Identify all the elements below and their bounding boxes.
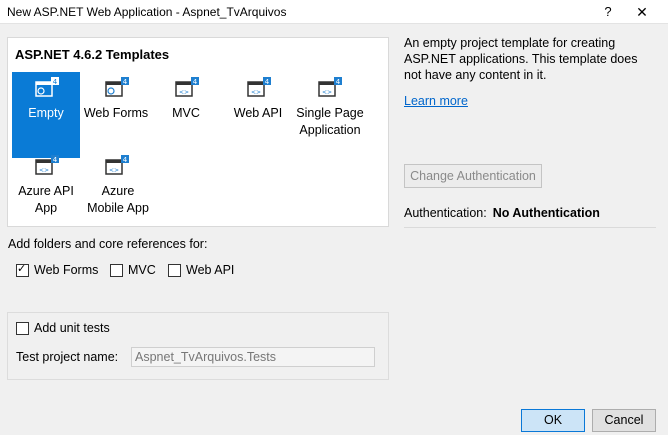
empty-template-icon: 4 [34, 76, 60, 100]
checkbox-box[interactable] [168, 263, 181, 277]
learn-more-link[interactable]: Learn more [404, 94, 468, 108]
checkbox-box[interactable] [16, 321, 29, 335]
svg-text:4: 4 [265, 78, 270, 86]
template-azure-mobile-app[interactable]: <> 4 Azure Mobile App [82, 150, 154, 236]
ok-button[interactable]: OK [521, 409, 585, 432]
folders-label: Add folders and core references for: [8, 237, 208, 251]
web-forms-template-icon: 4 [104, 76, 130, 100]
authentication-label: Authentication: [404, 206, 487, 220]
authentication-value: No Authentication [492, 206, 600, 220]
checkbox-label: Web Forms [34, 263, 99, 277]
svg-text:4: 4 [53, 156, 58, 164]
template-single-page-application[interactable]: <> 4 Single Page Application [292, 72, 368, 158]
svg-text:<>: <> [179, 89, 189, 96]
web-forms-checkbox[interactable]: Web Forms [16, 262, 99, 277]
svg-text:<>: <> [109, 167, 119, 174]
template-label: Azure API App [18, 184, 74, 215]
checkbox-label: Web API [186, 263, 235, 277]
svg-text:4: 4 [123, 78, 128, 86]
web-api-checkbox[interactable]: Web API [168, 263, 234, 277]
web-api-template-icon: <> 4 [246, 76, 272, 100]
svg-text:4: 4 [336, 78, 341, 86]
title-bar: New ASP.NET Web Application - Aspnet_TvA… [0, 0, 668, 24]
template-web-forms[interactable]: 4 Web Forms [82, 72, 150, 158]
template-label: Azure Mobile App [87, 184, 149, 215]
mvc-checkbox[interactable]: MVC [110, 263, 156, 277]
checkbox-label: MVC [128, 263, 156, 277]
template-label: Web API [233, 106, 283, 120]
templates-heading: ASP.NET 4.6.2 Templates [15, 47, 170, 62]
svg-text:4: 4 [53, 78, 58, 86]
template-label: Empty [28, 106, 64, 120]
close-button[interactable]: ✕ [630, 2, 654, 22]
template-empty[interactable]: 4 Empty [12, 72, 80, 158]
template-label: MVC [172, 106, 200, 120]
template-mvc[interactable]: <> 4 MVC [152, 72, 220, 158]
azure-api-template-icon: <> 4 [34, 154, 60, 178]
svg-text:<>: <> [322, 89, 332, 96]
test-project-name-label: Test project name: [16, 350, 119, 364]
window-title: New ASP.NET Web Application - Aspnet_TvA… [7, 5, 287, 19]
svg-text:4: 4 [123, 156, 128, 164]
template-label: Single Page Application [296, 106, 364, 137]
templates-panel: ASP.NET 4.6.2 Templates 4 Empty 4 Web Fo… [7, 37, 389, 227]
template-label: Web Forms [83, 106, 149, 120]
mvc-template-icon: <> 4 [174, 76, 200, 100]
checkbox-box[interactable] [16, 262, 29, 277]
help-button[interactable]: ? [598, 2, 618, 22]
svg-text:<>: <> [39, 167, 49, 174]
template-description: An empty project template for creating A… [404, 36, 638, 82]
checkbox-label: Add unit tests [34, 321, 110, 335]
azure-mobile-template-icon: <> 4 [104, 154, 130, 178]
authentication-row: Authentication: No Authentication [404, 206, 600, 220]
cancel-button[interactable]: Cancel [592, 409, 656, 432]
template-azure-api-app[interactable]: <> 4 Azure API App [12, 150, 80, 236]
checkbox-box[interactable] [110, 263, 123, 277]
divider [404, 227, 656, 228]
add-unit-tests-checkbox[interactable]: Add unit tests [16, 321, 110, 335]
template-web-api[interactable]: <> 4 Web API [224, 72, 292, 158]
test-project-name-field[interactable]: Aspnet_TvArquivos.Tests [131, 347, 375, 367]
svg-text:4: 4 [193, 78, 198, 86]
change-authentication-button[interactable]: Change Authentication [404, 164, 542, 188]
svg-text:<>: <> [251, 89, 261, 96]
spa-template-icon: <> 4 [317, 76, 343, 100]
